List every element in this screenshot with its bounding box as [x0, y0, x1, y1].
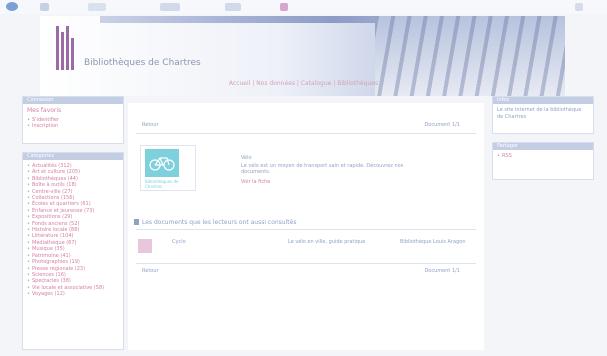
- thumbnail-caption: Bibliothèques de Chartres: [145, 179, 179, 189]
- category-list: Actualités (312) Art et culture (205) Bi…: [27, 163, 119, 298]
- related-heading: Les documents que les lecteurs ont aussi…: [142, 219, 297, 226]
- categories-box: Catégories Actualités (312) Art et cultu…: [22, 152, 124, 350]
- related-icon: [134, 219, 139, 225]
- site-title[interactable]: Bibliothèques de Chartres: [84, 58, 201, 68]
- settings-icon[interactable]: [280, 3, 288, 11]
- related-thumb-icon[interactable]: [138, 239, 152, 253]
- menu-icon[interactable]: [160, 3, 180, 11]
- related-col2[interactable]: Le vélo en ville, guide pratique: [288, 239, 378, 245]
- bicycle-icon: [149, 157, 175, 171]
- document-description: Le vélo est un moyen de transport sain e…: [241, 163, 404, 175]
- search-icon[interactable]: [88, 3, 106, 11]
- rss-link[interactable]: RSS: [497, 153, 589, 160]
- browser-toolbar: [0, 0, 607, 14]
- main-content: Retour Document 1/1 Bibliothèques de Cha…: [128, 103, 484, 350]
- login-box: Connexion Mes favoris S'identifier Inscr…: [22, 96, 124, 144]
- divider: [136, 133, 476, 134]
- close-icon[interactable]: [575, 3, 583, 11]
- document-title[interactable]: Vélo: [241, 155, 252, 161]
- refresh-icon[interactable]: [225, 3, 241, 11]
- related-col3[interactable]: Bibliothèque Louis Aragon: [400, 239, 466, 245]
- bookmark-icon[interactable]: [40, 3, 49, 11]
- info-box-header: Infos: [493, 97, 593, 104]
- bicycle-image: [145, 149, 179, 177]
- footer-back-link[interactable]: Retour: [142, 268, 159, 274]
- related-col1[interactable]: Cyclo: [172, 239, 186, 245]
- nav-icon[interactable]: [6, 2, 18, 11]
- pagination-top[interactable]: Document 1/1: [424, 122, 460, 128]
- document-thumbnail[interactable]: Bibliothèques de Chartres: [140, 145, 196, 191]
- categories-box-header: Catégories: [23, 153, 123, 160]
- divider: [136, 229, 476, 230]
- nav-link-home[interactable]: Accueil: [229, 80, 250, 87]
- nav-link-data[interactable]: Nos données: [256, 80, 295, 87]
- info-box: Infos Le site internet de la bibliothèqu…: [492, 96, 594, 134]
- share-box: Partager RSS: [492, 142, 594, 180]
- login-box-header: Connexion: [23, 97, 123, 104]
- category-item[interactable]: Voyages (12): [27, 291, 119, 298]
- share-box-header: Partager: [493, 143, 593, 150]
- info-text: Le site internet de la bibliothèque de C…: [497, 107, 582, 120]
- back-link[interactable]: Retour: [142, 122, 159, 128]
- document-more-link[interactable]: Voir la fiche: [241, 179, 270, 185]
- nav-link-catalogue[interactable]: Catalogue: [301, 80, 332, 87]
- top-nav: Accueil | Nos données | Catalogue | Bibl…: [228, 80, 379, 87]
- pagination-bottom[interactable]: Document 1/1: [424, 268, 460, 274]
- divider: [136, 263, 476, 264]
- favorites-link[interactable]: Mes favoris: [27, 107, 119, 114]
- register-link[interactable]: Inscription: [27, 123, 119, 130]
- site-logo-icon[interactable]: [54, 24, 76, 70]
- nav-link-libraries[interactable]: Bibliothèques: [337, 80, 378, 87]
